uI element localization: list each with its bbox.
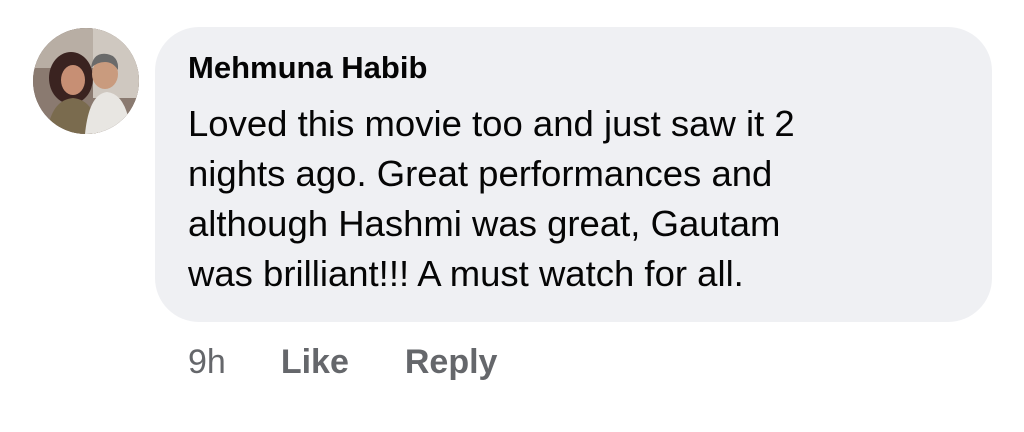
reply-button[interactable]: Reply	[405, 343, 498, 382]
avatar-photo	[33, 28, 139, 134]
avatar[interactable]	[33, 28, 139, 134]
like-button[interactable]: Like	[281, 343, 349, 382]
comment-text-line: Loved this movie too and just saw it 2	[188, 103, 795, 144]
comment-actions: 9h Like Reply	[188, 339, 497, 385]
comment-text: Loved this movie too and just saw it 2 n…	[188, 99, 978, 299]
comment-timestamp[interactable]: 9h	[188, 343, 226, 382]
comment-text-line: nights ago. Great performances and	[188, 153, 773, 194]
comment-bubble: Mehmuna Habib Loved this movie too and j…	[155, 27, 992, 322]
comment-text-line: although Hashmi was great, Gautam	[188, 203, 781, 244]
comment-author[interactable]: Mehmuna Habib	[188, 50, 427, 86]
comment-text-line: was brilliant!!! A must watch for all.	[188, 253, 744, 294]
